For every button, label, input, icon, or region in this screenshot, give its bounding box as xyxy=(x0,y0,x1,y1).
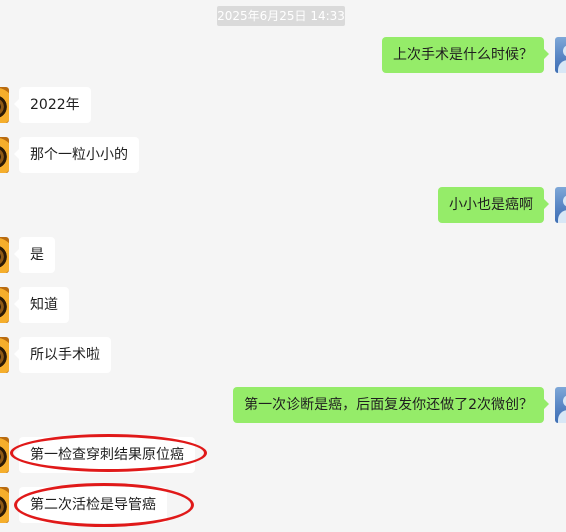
contact-avatar-icon[interactable] xyxy=(0,487,9,523)
message-bubble[interactable]: 2022年 xyxy=(14,87,91,123)
contact-avatar-icon[interactable] xyxy=(555,37,566,73)
message-row: 那个一粒小小的 xyxy=(0,137,566,173)
message-row: 第一次诊断是癌，后面复发你还做了2次微创？ xyxy=(0,387,566,423)
contact-avatar-icon[interactable] xyxy=(0,287,9,323)
message-bubble[interactable]: 上次手术是什么时候？ xyxy=(382,37,549,73)
contact-avatar-icon[interactable] xyxy=(0,337,9,373)
message-row: 小小也是癌啊 xyxy=(0,187,566,223)
message-bubble[interactable]: 那个一粒小小的 xyxy=(14,137,139,173)
annotation-circle xyxy=(10,434,207,472)
message-bubble[interactable]: 所以手术啦 xyxy=(14,337,111,373)
contact-avatar-icon[interactable] xyxy=(555,387,566,423)
contact-avatar-icon[interactable] xyxy=(0,237,9,273)
message-bubble[interactable]: 知道 xyxy=(14,287,69,323)
message-bubble[interactable]: 是 xyxy=(14,237,55,273)
chat-window: 2025年6月25日 14:33 上次手术是什么时候？ 2022年 那个一粒小小… xyxy=(0,0,566,532)
message-row: 上次手术是什么时候？ xyxy=(0,37,566,73)
message-row: 所以手术啦 xyxy=(0,337,566,373)
contact-avatar-icon[interactable] xyxy=(0,87,9,123)
contact-avatar-icon[interactable] xyxy=(0,137,9,173)
contact-avatar-icon[interactable] xyxy=(0,437,9,473)
message-row: 知道 xyxy=(0,287,566,323)
message-row: 是 xyxy=(0,237,566,273)
contact-avatar-icon[interactable] xyxy=(555,187,566,223)
message-bubble[interactable]: 第一次诊断是癌，后面复发你还做了2次微创？ xyxy=(233,387,549,423)
message-bubble[interactable]: 小小也是癌啊 xyxy=(438,187,549,223)
timestamp: 2025年6月25日 14:33 xyxy=(217,6,345,26)
message-row: 2022年 xyxy=(0,87,566,123)
annotation-circle xyxy=(14,483,194,527)
